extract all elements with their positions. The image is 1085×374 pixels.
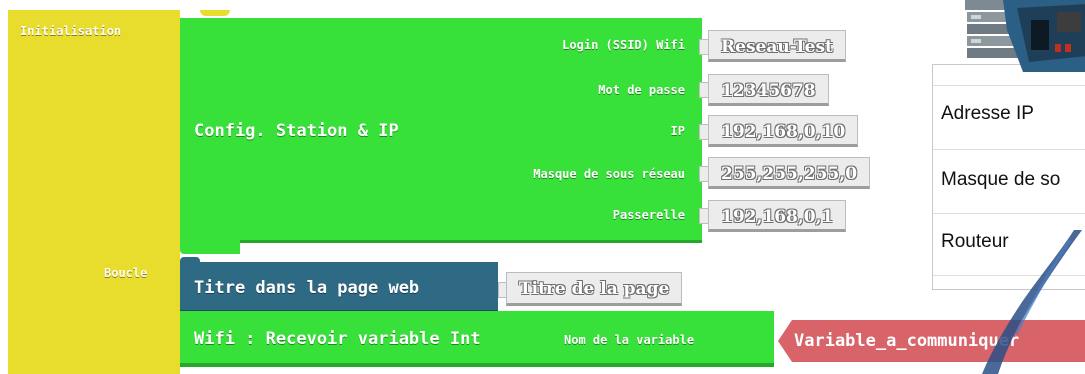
receive-block-label: Wifi : Recevoir variable Int (194, 329, 481, 349)
pen-stroke-icon (982, 230, 1082, 374)
panel-separator (933, 213, 1085, 214)
panel-row-ip: Adresse IP (941, 103, 1034, 124)
main-program-block[interactable] (8, 10, 180, 374)
page-title-block-label: Titre dans la page web (194, 278, 420, 298)
panel-row-mask: Masque de so (941, 169, 1061, 190)
config-block-foot (180, 238, 240, 254)
config-block-title: Config. Station & IP (194, 121, 399, 141)
gateway-value[interactable]: 192,168,0,1 (708, 200, 847, 232)
panel-separator (933, 149, 1085, 150)
gateway-label: Passerelle (612, 208, 685, 222)
ip-value[interactable]: 192,168,0,10 (708, 115, 859, 147)
password-value[interactable]: 12345678 (708, 74, 829, 106)
ssid-label: Login (SSID) Wifi (562, 38, 685, 52)
subnet-mask-value[interactable]: 255,255,255,0 (708, 157, 871, 189)
password-label: Mot de passe (598, 83, 685, 97)
ssid-value[interactable]: Reseau-Test (708, 30, 846, 62)
boucle-label: Boucle (104, 266, 148, 280)
block-notch (200, 10, 230, 16)
page-title-value[interactable]: Titre de la page (506, 272, 683, 306)
ip-label: IP (670, 124, 685, 138)
subnet-mask-label: Masque de sous réseau (533, 167, 685, 181)
variable-name-label: Nom de la variable (564, 333, 695, 347)
panel-separator (933, 85, 1085, 86)
initialisation-label: Initialisation (20, 24, 122, 38)
router-device-icon (965, 0, 1085, 72)
